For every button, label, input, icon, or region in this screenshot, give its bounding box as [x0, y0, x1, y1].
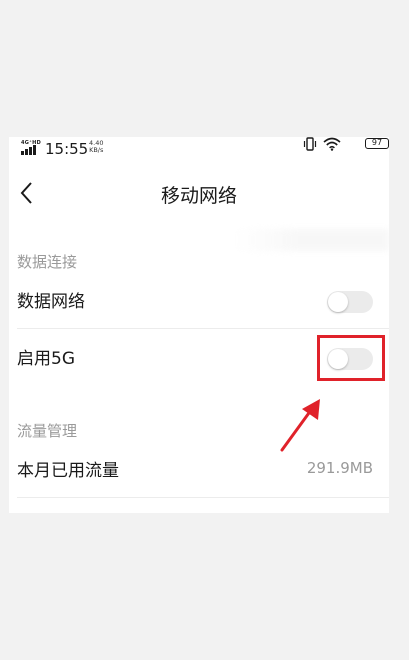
network-type-label: 4G⁺HD	[21, 140, 42, 146]
divider	[17, 497, 389, 498]
row-monthly-usage[interactable]: 本月已用流量 291.9MB	[17, 442, 389, 498]
section-title-data-connection: 数据连接	[17, 253, 78, 271]
status-time: 15:55	[45, 140, 89, 158]
toggle-knob	[328, 292, 348, 312]
monthly-usage-value: 291.9MB	[306, 459, 373, 477]
vibrate-icon	[303, 137, 317, 151]
annotation-arrow-icon	[280, 399, 320, 452]
row-label-monthly-usage: 本月已用流量	[17, 461, 119, 481]
battery-level: 97	[371, 138, 383, 147]
network-speed: 4.40 KB/s	[89, 140, 103, 154]
battery-icon: 97	[365, 138, 389, 149]
cellular-signal-icon: 4G⁺HD	[21, 140, 43, 155]
divider	[17, 328, 389, 329]
wifi-icon	[323, 137, 341, 151]
highlight-box	[317, 335, 385, 381]
row-data-network[interactable]: 数据网络	[17, 273, 389, 329]
network-speed-unit: KB/s	[89, 146, 104, 154]
status-bar: 4G⁺HD 15:55 4.40 KB/s 97	[9, 137, 389, 163]
page-title: 移动网络	[160, 185, 237, 207]
page-header: 移动网络	[9, 167, 389, 221]
data-network-toggle[interactable]	[327, 291, 373, 313]
phone-screen: 4G⁺HD 15:55 4.40 KB/s 97 移动网络 数据连接 数据网络 …	[9, 137, 389, 513]
row-label-data-network: 数据网络	[17, 292, 85, 312]
section-title-traffic: 流量管理	[17, 422, 78, 440]
blurred-region	[234, 229, 389, 251]
row-label-enable-5g: 启用5G	[17, 349, 75, 369]
